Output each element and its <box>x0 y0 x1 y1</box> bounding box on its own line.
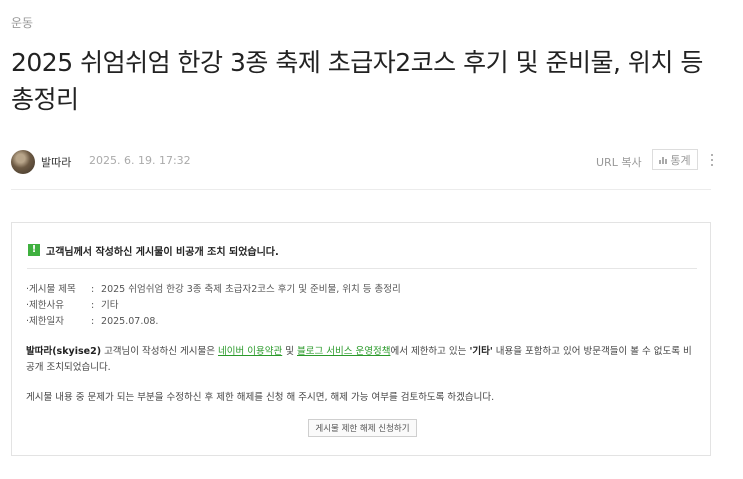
info-key: 게시물 제목 <box>29 284 76 295</box>
info-value: 2025.07.08. <box>101 316 159 327</box>
author-name[interactable]: 발따라 <box>41 154 71 170</box>
policy-link[interactable]: 블로그 서비스 운영정책 <box>297 346 390 357</box>
author-avatar[interactable] <box>11 150 35 174</box>
url-copy-button[interactable]: URL 복사 <box>596 154 642 170</box>
notice-instruction: 게시물 내용 중 문제가 되는 부분을 수정하신 후 제한 해제를 신청 해 주… <box>26 392 495 403</box>
info-row-reason: · 제한사유: 기타 <box>26 298 401 314</box>
user-id: 발따라(skyise2) <box>26 346 102 357</box>
text-fragment: 고객님이 작성하신 게시물은 <box>101 346 219 357</box>
request-unrestrict-button[interactable]: 게시물 제한 해제 신청하기 <box>308 419 417 437</box>
stats-button[interactable]: 통계 <box>652 149 698 170</box>
notice-explanation: 발따라(skyise2) 고객님이 작성하신 게시물은 네이버 이용약관 및 블… <box>26 344 698 376</box>
info-key: 제한사유 <box>29 300 64 311</box>
more-vertical-icon[interactable] <box>707 151 717 169</box>
post-meta: 발따라 2025. 6. 19. 17:32 URL 복사 통계 <box>11 148 717 176</box>
warning-icon: ! <box>28 244 40 256</box>
restriction-info-list: · 게시물 제목:2025 쉬엄쉬엄 한강 3종 축제 초급자2코스 후기 및 준… <box>26 282 401 330</box>
post-category[interactable]: 운동 <box>11 14 33 31</box>
terms-link[interactable]: 네이버 이용약관 <box>218 346 282 357</box>
text-fragment: 에서 제한하고 있는 <box>390 346 470 357</box>
notice-divider <box>27 268 697 269</box>
info-value: 2025 쉬엄쉬엄 한강 3종 축제 초급자2코스 후기 및 준비물, 위치 등… <box>101 284 401 295</box>
info-row-date: · 제한일자:2025.07.08. <box>26 314 401 330</box>
info-value: 기타 <box>101 300 119 311</box>
post-title: 2025 쉬엄쉬엄 한강 3종 축제 초급자2코스 후기 및 준비물, 위치 등… <box>11 48 703 114</box>
notice-heading: ! 고객님께서 작성하신 게시물이 비공개 조치 되었습니다. <box>28 242 279 258</box>
header-divider <box>11 189 711 190</box>
restriction-notice: ! 고객님께서 작성하신 게시물이 비공개 조치 되었습니다. · 게시물 제목:… <box>11 222 711 456</box>
post-date: 2025. 6. 19. 17:32 <box>89 154 191 167</box>
stats-icon <box>659 156 668 164</box>
stats-label: 통계 <box>670 153 691 167</box>
restriction-reason: '기타' <box>469 346 493 357</box>
info-key: 제한일자 <box>29 316 64 327</box>
info-row-title: · 게시물 제목:2025 쉬엄쉬엄 한강 3종 축제 초급자2코스 후기 및 준… <box>26 282 401 298</box>
text-fragment: 및 <box>282 346 297 357</box>
notice-heading-text: 고객님께서 작성하신 게시물이 비공개 조치 되었습니다. <box>46 246 279 258</box>
